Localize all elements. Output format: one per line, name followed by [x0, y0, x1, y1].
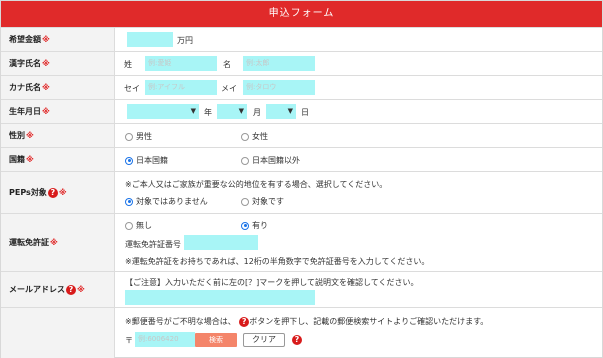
kana-mei-input[interactable]: 例:タロウ — [243, 80, 315, 95]
radio-button[interactable] — [241, 132, 249, 141]
nationality-other-option[interactable]: 日本国籍以外 — [241, 155, 300, 166]
radio-button[interactable] — [125, 132, 133, 141]
sei-label: 姓 — [124, 60, 132, 69]
help-icon[interactable]: ? — [47, 187, 58, 198]
address-row: ※郵便番号がご不明な場合は、 ? ボタンを押下し、記載の郵便検索サイトよりご確認い… — [1, 307, 602, 358]
license-number-input[interactable] — [184, 235, 258, 250]
required-mark: ※ — [26, 131, 34, 140]
nationality-row: 国籍 ※ 日本国籍 日本国籍以外 — [1, 147, 602, 171]
help-icon[interactable]: ? — [292, 335, 302, 345]
license-yes-option[interactable]: 有り — [241, 220, 268, 231]
amount-label: 希望金額 — [9, 35, 41, 44]
required-mark: ※ — [42, 83, 50, 92]
email-note: 【ご注意】入力いただく前に左の[？]マークを押して説明文を確認してください。 — [125, 278, 419, 287]
gender-male-option[interactable]: 男性 — [125, 131, 152, 142]
form-title: 申込フォーム — [1, 1, 602, 27]
kanji-name-row: 漢字氏名 ※ 姓 例:愛姫 名 例:太郎 — [1, 51, 602, 75]
peps-row: PEPs対象? ※ ※ご本人又はご家族が重要な公的地位を有する場合、選択してくださ… — [1, 171, 602, 213]
kanji-mei-input[interactable]: 例:太郎 — [243, 56, 315, 71]
birth-month-select[interactable]: ▼ — [217, 104, 247, 119]
email-row: メールアドレス? ※ 【ご注意】入力いただく前に左の[？]マークを押して説明文を確… — [1, 271, 602, 307]
peps-applicable-option[interactable]: 対象です — [241, 196, 284, 207]
peps-not-applicable-option[interactable]: 対象ではありません — [125, 196, 208, 207]
mei-label: 名 — [223, 60, 231, 69]
radio-button-selected[interactable] — [125, 156, 133, 165]
gender-label: 性別 — [9, 131, 25, 140]
chevron-down-icon: ▼ — [238, 107, 244, 115]
required-mark: ※ — [42, 59, 50, 68]
required-mark: ※ — [50, 238, 58, 247]
postal-code-input[interactable]: 例:6006420 — [135, 332, 195, 347]
sei-kana-label: セイ — [124, 84, 140, 93]
amount-row: 希望金額 ※ 万円 — [1, 27, 602, 51]
license-label: 運転免許証 — [9, 238, 49, 247]
birthdate-label: 生年月日 — [9, 107, 41, 116]
postal-note: ※郵便番号がご不明な場合は、 ? ボタンを押下し、記載の郵便検索サイトよりご確認い… — [125, 317, 489, 327]
gender-female-option[interactable]: 女性 — [241, 131, 268, 142]
chevron-down-icon: ▼ — [287, 107, 293, 115]
required-mark: ※ — [42, 35, 50, 44]
nationality-japan-option[interactable]: 日本国籍 — [125, 155, 168, 166]
peps-note: ※ご本人又はご家族が重要な公的地位を有する場合、選択してください。 — [125, 180, 388, 189]
help-icon[interactable]: ? — [66, 284, 76, 295]
month-unit: 月 — [253, 108, 261, 117]
required-mark: ※ — [58, 188, 67, 197]
birthdate-row: 生年月日 ※ ▼ 年 ▼ 月 ▼ 日 — [1, 99, 602, 123]
birth-year-select[interactable]: ▼ — [127, 104, 199, 119]
amount-unit: 万円 — [177, 36, 193, 45]
radio-button-selected[interactable] — [241, 221, 249, 230]
amount-input[interactable] — [127, 32, 173, 47]
license-note: ※運転免許証をお持ちであれば、12桁の半角数字で免許証番号を入力してください。 — [125, 257, 430, 266]
radio-button-selected[interactable] — [125, 197, 133, 206]
license-none-option[interactable]: 無し — [125, 220, 152, 231]
license-number-label: 運転免許証番号 — [125, 240, 181, 249]
radio-button[interactable] — [241, 156, 249, 165]
email-label: メールアドレス — [9, 285, 65, 294]
required-mark: ※ — [77, 285, 85, 294]
gender-row: 性別 ※ 男性 女性 — [1, 123, 602, 147]
application-form: 申込フォーム 希望金額 ※ 万円 漢字氏名 ※ 姓 例:愛姫 名 例:太郎 カナ氏名… — [0, 0, 603, 358]
kanji-name-label: 漢字氏名 — [9, 59, 41, 68]
search-button[interactable]: 検索 — [195, 333, 237, 347]
year-unit: 年 — [204, 108, 212, 117]
required-mark: ※ — [42, 107, 50, 116]
clear-button[interactable]: クリア — [243, 333, 285, 347]
help-icon[interactable]: ? — [239, 317, 250, 327]
peps-label: PEPs対象 — [9, 188, 47, 197]
kanji-sei-input[interactable]: 例:愛姫 — [145, 56, 217, 71]
kana-name-row: カナ氏名 ※ セイ 例:アイフル メイ 例:タロウ — [1, 75, 602, 99]
nationality-label: 国籍 — [9, 155, 25, 164]
kana-name-label: カナ氏名 — [9, 83, 41, 92]
license-row: 運転免許証 ※ 無し 有り 運転免許証番号 ※運転免許証をお持ちであれば、12桁の… — [1, 213, 602, 271]
radio-button[interactable] — [241, 197, 249, 206]
chevron-down-icon: ▼ — [190, 107, 196, 115]
email-input[interactable] — [125, 290, 315, 305]
mei-kana-label: メイ — [221, 84, 237, 93]
day-unit: 日 — [301, 108, 309, 117]
required-mark: ※ — [26, 155, 34, 164]
radio-button[interactable] — [125, 221, 133, 230]
birth-day-select[interactable]: ▼ — [266, 104, 296, 119]
kana-sei-input[interactable]: 例:アイフル — [145, 80, 217, 95]
postal-mark: 〒 — [125, 336, 133, 345]
